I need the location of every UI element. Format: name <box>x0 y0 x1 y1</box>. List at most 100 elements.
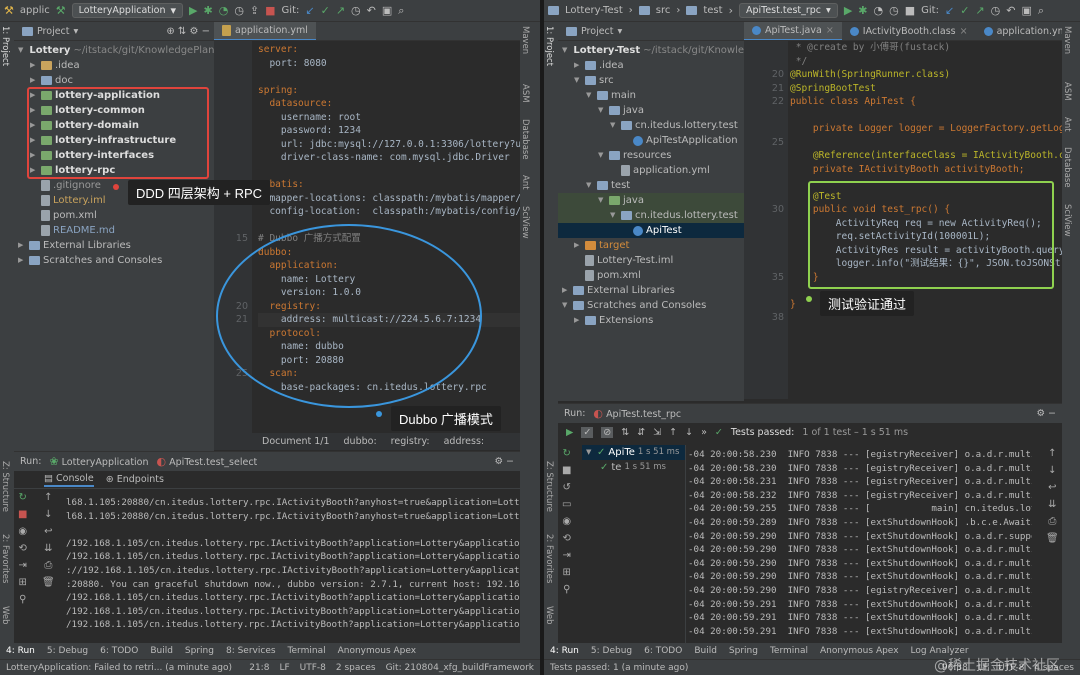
show-ignored-icon[interactable]: ⊘ <box>601 426 614 438</box>
profile-icon[interactable]: ◷ <box>889 5 899 16</box>
debug-icon[interactable]: ✱ <box>858 5 867 16</box>
status-item[interactable]: 2 spaces <box>336 663 376 673</box>
test-suite-row[interactable]: ▼ ✓ ApiTe 1 s 51 ms <box>582 445 685 460</box>
tree-item[interactable]: ▶ .idea <box>14 58 214 73</box>
rerun-icon[interactable]: ↻ <box>19 492 27 503</box>
tree-item[interactable]: ApiTestApplication <box>558 133 744 148</box>
delete-icon[interactable]: 🗑 <box>1046 533 1059 544</box>
rerun-failed-icon[interactable]: ↺ <box>563 482 571 493</box>
bottom-tool-tab[interactable]: Spring <box>185 646 214 656</box>
sort-duration-icon[interactable]: ⇵ <box>637 427 645 438</box>
tab-application-yml[interactable]: application.yml <box>214 22 316 40</box>
run-tab-apitest[interactable]: ◐ ApiTest.test_rpc <box>593 408 681 420</box>
up-arrow-icon[interactable]: ↑ <box>44 492 52 503</box>
show-passed-icon[interactable]: ✓ <box>581 426 594 438</box>
status-item[interactable]: LF <box>279 663 289 673</box>
layout-icon[interactable]: ⊞ <box>563 567 571 578</box>
attach-icon[interactable]: ⇪ <box>250 5 259 16</box>
close-icon[interactable]: × <box>826 25 834 36</box>
history-icon[interactable]: ◷ <box>991 5 1001 16</box>
tree-item[interactable]: Lottery-Test.iml <box>558 253 744 268</box>
toggle-icon[interactable]: ▭ <box>562 499 571 510</box>
endpoints-tab[interactable]: ⊛ Endpoints <box>106 474 164 485</box>
asm-tool-tab[interactable]: ASM <box>1062 78 1072 105</box>
run-tab-apitest[interactable]: ◐ ApiTest.test_select <box>157 456 258 468</box>
bottom-tool-tab[interactable]: 6: TODO <box>100 646 138 656</box>
favorites-tool-tab[interactable]: 2: Favorites <box>544 530 554 587</box>
database-tool-tab[interactable]: Database <box>520 115 530 164</box>
bottom-tool-tab[interactable]: 8: Services <box>226 646 276 656</box>
project-view-select[interactable]: Project ▾ <box>14 22 86 40</box>
ant-tool-tab[interactable]: Ant <box>520 171 530 194</box>
bottom-tool-tab[interactable]: 4: Run <box>6 646 35 656</box>
tree-item[interactable]: ▼ src <box>558 73 744 88</box>
breadcrumb-item[interactable]: registry: <box>391 436 430 447</box>
tree-item[interactable]: ▼ cn.itedus.lottery.test <box>558 208 744 223</box>
camera-icon[interactable]: ◉ <box>562 516 571 527</box>
exit-icon[interactable]: ⇥ <box>19 560 27 571</box>
tree-item[interactable]: pom.xml <box>14 208 214 223</box>
sciview-tool-tab[interactable]: SciView <box>520 202 530 243</box>
tree-item[interactable]: ▼ cn.itedus.lottery.test <box>558 118 744 133</box>
debug-icon[interactable]: ✱ <box>203 5 212 16</box>
exit-icon[interactable]: ⇥ <box>563 550 571 561</box>
bottom-tool-tab[interactable]: 4: Run <box>550 646 579 656</box>
print-icon[interactable]: ⎙ <box>1048 516 1056 527</box>
editor-tab[interactable]: IActivityBooth.class × <box>842 22 976 40</box>
tree-item[interactable]: ▼ Lottery ~/itstack/git/KnowledgePlan <box>14 43 214 58</box>
git-update-icon[interactable]: ↙ <box>305 5 314 16</box>
status-message[interactable]: LotteryApplication: Failed to retri... (… <box>6 663 232 673</box>
hammer-icon[interactable]: ⚒ <box>4 5 14 16</box>
history-icon[interactable]: ◷ <box>351 5 361 16</box>
rerun-icon[interactable]: ▶ <box>566 427 573 438</box>
print-icon[interactable]: ⎙ <box>44 560 52 571</box>
coverage-icon[interactable]: ◔ <box>219 5 229 16</box>
stop-icon[interactable]: ■ <box>265 5 275 16</box>
favorites-tool-tab[interactable]: 2: Favorites <box>0 530 10 587</box>
tree-item[interactable]: ▶ doc <box>14 73 214 88</box>
maven-tool-tab[interactable]: Maven <box>520 22 530 58</box>
search-icon[interactable]: ⌕ <box>1038 5 1044 16</box>
tree-item[interactable]: README.md <box>14 223 214 238</box>
database-tool-tab[interactable]: Database <box>1062 143 1072 192</box>
bottom-tool-tab[interactable]: Build <box>694 646 717 656</box>
scroll-end-icon[interactable]: ⇊ <box>1048 499 1056 510</box>
revert-icon[interactable]: ↶ <box>1006 5 1015 16</box>
status-item[interactable]: UTF-8 <box>300 663 326 673</box>
delete-icon[interactable]: 🗑 <box>42 577 55 588</box>
asm-tool-tab[interactable]: ASM <box>520 80 530 107</box>
tree-item[interactable]: application.yml <box>558 163 744 178</box>
tree-item[interactable]: ▼ java <box>558 103 744 118</box>
editor-tab[interactable]: ApiTest.java × <box>744 22 842 40</box>
test-case-row[interactable]: ✓ te 1 s 51 ms <box>582 460 685 475</box>
stop-icon[interactable]: ■ <box>905 5 915 16</box>
status-item[interactable]: 21:8 <box>249 663 269 673</box>
project-tool-tab[interactable]: 1: Project <box>0 22 10 70</box>
tree-item[interactable]: ▼ main <box>558 88 744 103</box>
sort-icon[interactable]: ⇅ <box>621 427 629 438</box>
git-push-icon[interactable]: ↗ <box>975 5 984 16</box>
close-icon[interactable]: × <box>960 26 968 37</box>
restore-icon[interactable]: ⟲ <box>563 533 571 544</box>
tree-item[interactable]: ▶ Extensions <box>558 313 744 328</box>
breadcrumb-item[interactable]: address: <box>444 436 485 447</box>
collapse-icon[interactable]: ⇲ <box>653 427 661 438</box>
status-item[interactable]: Git: 210804_xfg_buildFramework <box>386 663 534 673</box>
tree-item[interactable]: ▼ resources <box>558 148 744 163</box>
git-commit-icon[interactable]: ✓ <box>960 5 969 16</box>
bottom-tool-tab[interactable]: Build <box>150 646 173 656</box>
profile-icon[interactable]: ◷ <box>234 5 244 16</box>
stop-icon[interactable]: ■ <box>18 509 27 520</box>
layout-icon[interactable]: ⊞ <box>19 577 27 588</box>
down-arrow-icon[interactable]: ↓ <box>685 427 693 438</box>
git-commit-icon[interactable]: ✓ <box>321 5 330 16</box>
bottom-tool-tab[interactable]: Anonymous Apex <box>338 646 417 656</box>
layout-icon[interactable]: ▣ <box>382 5 392 16</box>
tree-item[interactable]: ▼ test <box>558 178 744 193</box>
down-arrow-icon[interactable]: ↓ <box>1048 465 1056 476</box>
settings-icon[interactable]: ⚙ − <box>1037 408 1057 419</box>
tree-item[interactable]: ▶ External Libraries <box>558 283 744 298</box>
tree-item[interactable]: ▶ Scratches and Consoles <box>14 253 214 268</box>
console-tab[interactable]: ▤ Console <box>44 473 94 487</box>
restore-icon[interactable]: ⟲ <box>19 543 27 554</box>
